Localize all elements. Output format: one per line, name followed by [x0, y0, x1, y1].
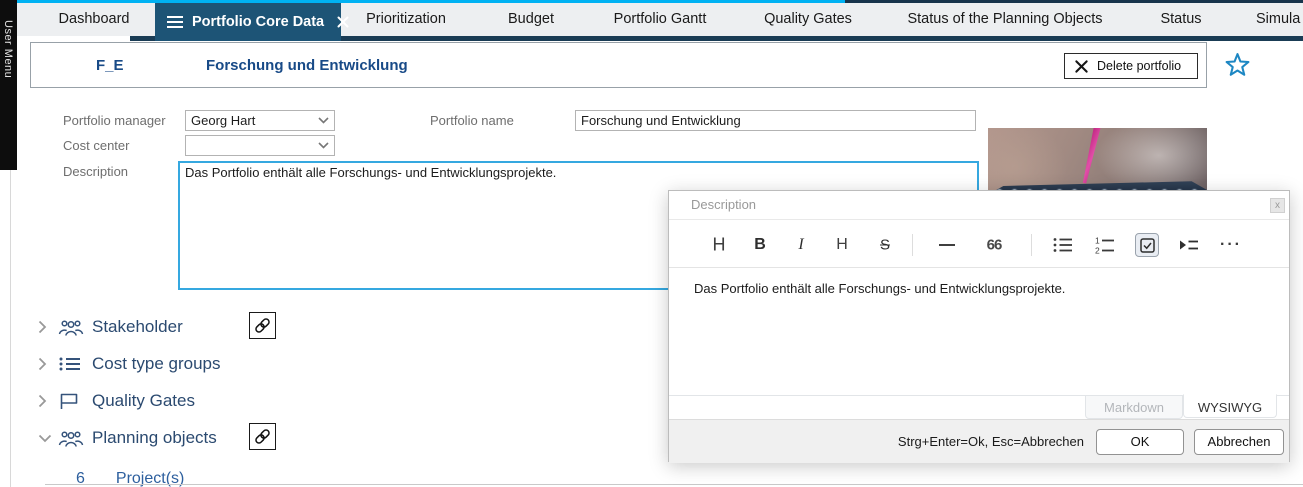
numbered-list-button[interactable]: 1 2	[1095, 236, 1115, 254]
chevron-down-icon	[318, 117, 329, 124]
portfolio-header: F_E Forschung und Entwicklung Delete por…	[30, 42, 1207, 88]
numbered-list-icon: 1 2	[1095, 236, 1115, 254]
tab-markdown[interactable]: Markdown	[1085, 395, 1183, 419]
dialog-close-icon[interactable]: x	[1270, 198, 1285, 213]
strikethrough-button[interactable]: S	[880, 237, 890, 254]
blockquote-button[interactable]: 66	[987, 237, 1002, 254]
toolbar-divider	[1031, 234, 1032, 256]
tab-wysiwyg[interactable]: WYSIWYG	[1183, 394, 1277, 418]
cost-center-select[interactable]	[185, 135, 335, 156]
bold-button[interactable]: B	[754, 236, 766, 254]
tab-prioritization[interactable]: Prioritization	[366, 3, 446, 36]
stakeholder-link-button[interactable]	[249, 312, 276, 339]
favorite-star-icon[interactable]	[1224, 51, 1251, 83]
tree-label-planning-objects: Planning objects	[92, 428, 217, 448]
list-icon	[58, 355, 92, 373]
chevron-down-icon	[318, 142, 329, 149]
tab-dashboard[interactable]: Dashboard	[59, 3, 130, 36]
user-menu-strip[interactable]: User Menu	[0, 0, 17, 170]
user-menu-label: User Menu	[2, 20, 14, 78]
description-label: Description	[63, 164, 128, 179]
editor-mode-tabs: Markdown WYSIWYG	[1085, 395, 1277, 419]
tree-label-stakeholder: Stakeholder	[92, 317, 183, 337]
people-icon	[58, 429, 92, 448]
page-title: Forschung und Entwicklung	[206, 57, 408, 74]
hr-icon	[939, 244, 955, 246]
bold-glyph: B	[754, 236, 766, 254]
chevron-right-icon[interactable]	[38, 320, 58, 334]
pipette-graphic	[1077, 128, 1106, 185]
editor-body-text[interactable]: Das Portfolio enthält alle Forschungs- u…	[694, 281, 1065, 296]
portfolio-id: F_E	[96, 57, 124, 74]
tree-label-cost-type-groups: Cost type groups	[92, 354, 221, 374]
delete-portfolio-button[interactable]: Delete portfolio	[1064, 53, 1198, 79]
menu-icon[interactable]	[167, 16, 183, 28]
delete-x-icon	[1074, 59, 1089, 74]
heading-alt-glyph: H	[836, 236, 848, 254]
tree-label-quality-gates: Quality Gates	[92, 391, 195, 411]
cancel-button[interactable]: Abbrechen	[1194, 429, 1284, 455]
tab-label: Portfolio Core Data	[192, 14, 324, 30]
tab-status[interactable]: Status	[1160, 3, 1201, 36]
dialog-footer: Strg+Enter=Ok, Esc=Abbrechen OK Abbreche…	[669, 419, 1289, 463]
close-tab-icon[interactable]	[337, 16, 349, 28]
people-icon	[58, 318, 92, 337]
cost-center-label: Cost center	[63, 138, 129, 153]
ellipsis-icon: ···	[1220, 236, 1242, 254]
strikethrough-glyph: S	[880, 237, 890, 254]
delete-portfolio-label: Delete portfolio	[1097, 59, 1181, 73]
tree-row-stakeholder[interactable]: Stakeholder	[38, 314, 183, 340]
svg-text:2: 2	[1095, 246, 1100, 255]
task-list-button[interactable]	[1135, 233, 1159, 257]
tab-simulation[interactable]: Simula	[1256, 3, 1300, 36]
portfolio-name-label: Portfolio name	[430, 113, 514, 128]
dialog-title: Description	[691, 197, 756, 212]
link-icon	[254, 428, 271, 445]
description-dialog: Description x H B I H S 66 1 2	[668, 190, 1290, 462]
bullet-list-button[interactable]	[1053, 237, 1073, 254]
portfolio-manager-label: Portfolio manager	[63, 113, 166, 128]
chevron-right-icon[interactable]	[38, 394, 58, 408]
portfolio-manager-value: Georg Hart	[191, 113, 255, 128]
more-options-button[interactable]: ···	[1220, 236, 1242, 254]
heading-button[interactable]: H	[713, 235, 726, 256]
heading-glyph: H	[713, 235, 726, 256]
portfolio-app: Dashboard Portfolio Core Data Prioritiza…	[0, 0, 1303, 487]
link-icon	[254, 317, 271, 334]
tab-portfolio-gantt[interactable]: Portfolio Gantt	[614, 3, 707, 36]
tree-row-planning-objects[interactable]: Planning objects	[38, 425, 217, 451]
indent-icon	[1179, 238, 1199, 253]
heading-alt-button[interactable]: H	[836, 236, 848, 254]
left-edge-line	[10, 170, 11, 487]
italic-glyph: I	[798, 236, 803, 254]
tree-row-quality-gates[interactable]: Quality Gates	[38, 388, 195, 414]
flag-icon	[58, 391, 92, 411]
indent-button[interactable]	[1179, 238, 1199, 253]
bullet-list-icon	[1053, 237, 1073, 254]
dialog-title-separator	[669, 219, 1289, 220]
italic-button[interactable]: I	[798, 236, 803, 254]
tab-portfolio-core-data[interactable]: Portfolio Core Data	[155, 3, 341, 41]
tab-quality-gates[interactable]: Quality Gates	[764, 3, 852, 36]
horizontal-rule-button[interactable]	[939, 244, 955, 246]
chevron-right-icon[interactable]	[38, 357, 58, 371]
shortcut-hint: Strg+Enter=Ok, Esc=Abbrechen	[898, 420, 1084, 464]
quote-glyph: 66	[987, 237, 1002, 254]
checkbox-icon	[1135, 233, 1159, 257]
tree-row-cost-type-groups[interactable]: Cost type groups	[38, 351, 221, 377]
tab-status-planning-objects[interactable]: Status of the Planning Objects	[907, 3, 1102, 36]
ok-button[interactable]: OK	[1096, 429, 1184, 455]
toolbar-separator	[669, 267, 1289, 268]
planning-objects-link-button[interactable]	[249, 423, 276, 450]
toolbar-divider	[912, 234, 913, 256]
svg-text:1: 1	[1095, 236, 1100, 246]
portfolio-name-input[interactable]	[575, 110, 976, 131]
portfolio-manager-select[interactable]: Georg Hart	[185, 110, 335, 131]
tab-budget[interactable]: Budget	[508, 3, 554, 36]
chevron-down-icon[interactable]	[38, 434, 58, 443]
bottom-divider	[45, 484, 1303, 485]
